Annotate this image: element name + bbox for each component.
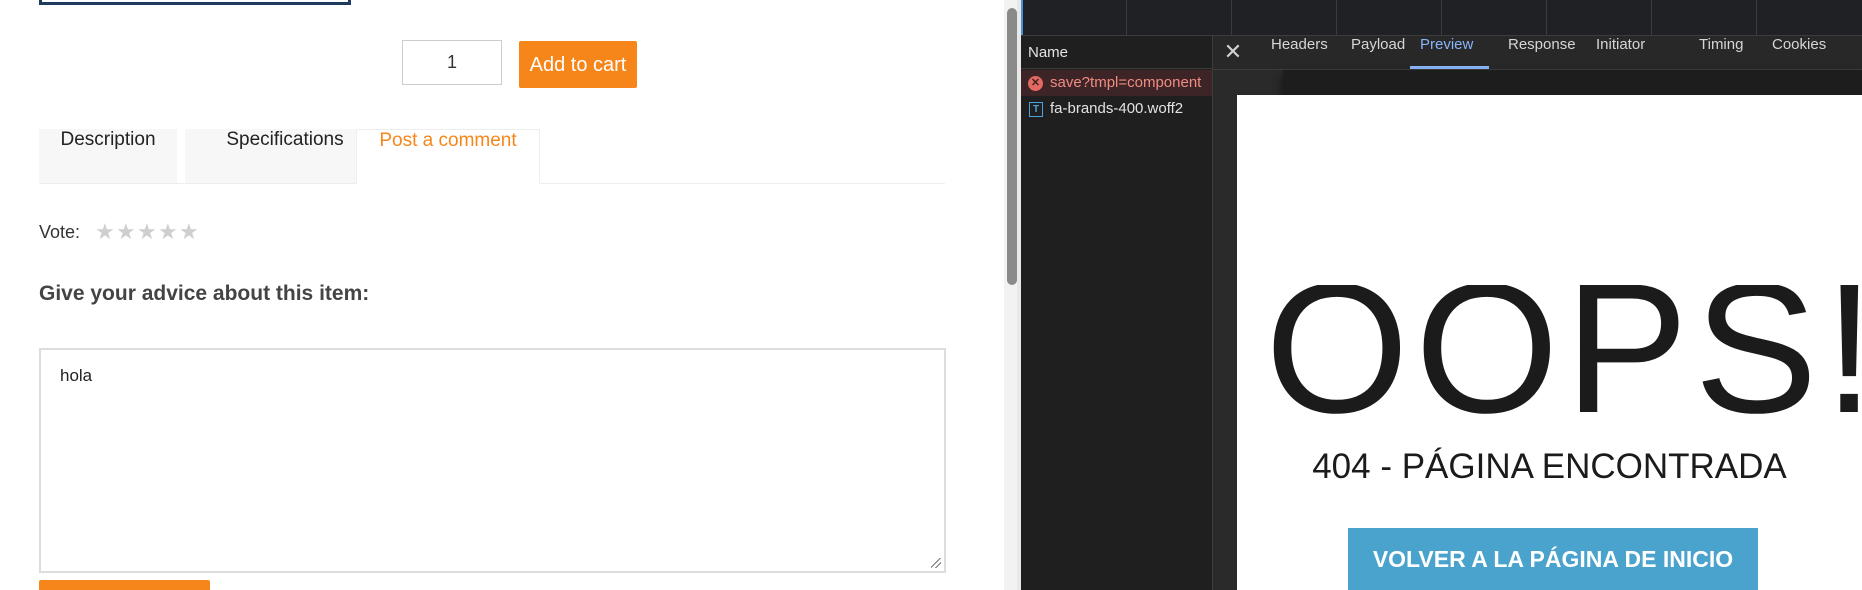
product-tabs: Description Specifications Post a commen… — [39, 129, 945, 184]
oops-headline: OOPS! — [1265, 285, 1862, 420]
comment-text: hola — [60, 366, 93, 385]
star-icon[interactable]: ★ — [95, 221, 115, 243]
waterfall-gridline — [1231, 0, 1232, 35]
quantity-input[interactable]: 1 — [402, 40, 502, 85]
tab-preview[interactable]: Preview — [1420, 36, 1473, 69]
add-to-cart-button[interactable]: Add to cart — [519, 41, 637, 88]
rating-stars[interactable]: ★ ★ ★ ★ ★ — [95, 221, 199, 243]
waterfall-overview[interactable] — [1021, 0, 1862, 36]
star-icon[interactable]: ★ — [137, 221, 157, 243]
waterfall-marker — [1021, 0, 1023, 35]
product-image-frame — [39, 0, 351, 5]
product-page: 1 Add to cart Description Specifications… — [0, 0, 1004, 590]
font-file-icon: T — [1029, 102, 1043, 117]
devtools-panel: Name ✕ save?tmpl=component T fa-brands-4… — [1021, 0, 1862, 590]
request-name: fa-brands-400.woff2 — [1050, 100, 1184, 117]
waterfall-gridline — [1756, 0, 1757, 35]
star-icon[interactable]: ★ — [158, 221, 178, 243]
preview-topbar — [1283, 70, 1862, 95]
request-name: save?tmpl=component — [1050, 74, 1202, 91]
waterfall-gridline — [1336, 0, 1337, 35]
tab-cookies[interactable]: Cookies — [1772, 36, 1826, 69]
tab-response[interactable]: Response — [1508, 36, 1576, 69]
oops-headline-clip: OOPS! — [1237, 285, 1862, 420]
request-row[interactable]: T fa-brands-400.woff2 — [1021, 96, 1212, 122]
vote-label: Vote: — [39, 222, 81, 242]
submit-comment-button[interactable] — [39, 580, 210, 590]
error-page-render: OOPS! 404 - PÁGINA ENCONTRADA VOLVER A L… — [1237, 95, 1862, 590]
tab-description[interactable]: Description — [39, 129, 177, 183]
advice-heading: Give your advice about this item: — [39, 282, 370, 305]
waterfall-gridline — [1651, 0, 1652, 35]
tab-headers[interactable]: Headers — [1271, 36, 1328, 69]
waterfall-gridline — [1441, 0, 1442, 35]
tab-timing[interactable]: Timing — [1699, 36, 1743, 69]
tab-specifications[interactable]: Specifications — [185, 129, 385, 183]
page-scroll-thumb[interactable] — [1007, 8, 1017, 285]
active-tab-indicator — [1410, 66, 1489, 69]
close-icon[interactable]: ✕ — [1221, 36, 1245, 69]
star-icon[interactable]: ★ — [116, 221, 136, 243]
tab-post-comment[interactable]: Post a comment — [356, 129, 540, 184]
waterfall-gridline — [1126, 0, 1127, 35]
response-preview: OOPS! 404 - PÁGINA ENCONTRADA VOLVER A L… — [1213, 70, 1862, 590]
tab-payload[interactable]: Payload — [1351, 36, 1405, 69]
request-list: Name ✕ save?tmpl=component T fa-brands-4… — [1021, 36, 1213, 590]
error-subtitle: 404 - PÁGINA ENCONTRADA — [1312, 447, 1787, 486]
detail-tabbar: ✕ Headers Payload Preview Response Initi… — [1213, 36, 1862, 70]
home-button[interactable]: VOLVER A LA PÁGINA DE INICIO — [1348, 528, 1758, 590]
waterfall-gridline — [1546, 0, 1547, 35]
name-column-header[interactable]: Name — [1021, 36, 1212, 69]
comment-textarea[interactable]: hola — [39, 348, 946, 573]
resize-grip-icon[interactable] — [931, 558, 941, 568]
error-icon: ✕ — [1028, 76, 1043, 91]
star-icon[interactable]: ★ — [179, 221, 199, 243]
tab-initiator[interactable]: Initiator — [1596, 36, 1645, 69]
request-row[interactable]: ✕ save?tmpl=component — [1021, 70, 1212, 96]
